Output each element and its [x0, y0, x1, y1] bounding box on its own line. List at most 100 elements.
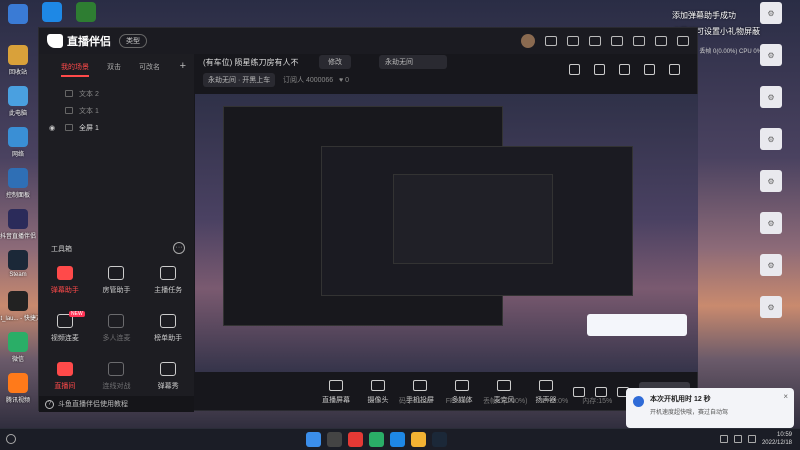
notification-1: 添加弹幕助手成功: [672, 11, 736, 20]
desktop-icon[interactable]: 微信: [4, 330, 32, 371]
media-icon: [455, 379, 469, 391]
widget-icon[interactable]: ⚙: [760, 296, 782, 318]
desktop-icon[interactable]: 控制面板: [4, 166, 32, 207]
desktop-icons: 回收站此电脑网络控制面板抖音直播伴侣 Steam client_lau... - 快…: [0, 2, 48, 412]
widget-icon[interactable]: ⚙: [760, 2, 782, 24]
edge-icon[interactable]: [390, 432, 405, 447]
widget-icon[interactable]: ⚙: [760, 86, 782, 108]
tool-icon: [160, 266, 177, 280]
tool-item[interactable]: 主播任务: [142, 266, 194, 304]
lock-icon[interactable]: [65, 124, 73, 131]
explorer-icon[interactable]: [411, 432, 426, 447]
desktop-icon-label: 回收站: [8, 70, 27, 76]
widget-icon[interactable]: ⚙: [760, 212, 782, 234]
avatar[interactable]: [521, 34, 535, 48]
toolbox-title: 工具箱: [51, 246, 72, 253]
edit-button[interactable]: 修改: [319, 55, 351, 69]
desktop-icon[interactable]: [76, 2, 96, 22]
source-item[interactable]: 文本 2: [39, 85, 194, 102]
tool-item[interactable]: 多人连麦: [91, 314, 143, 352]
grid-icon[interactable]: [619, 64, 630, 75]
source-item[interactable]: ◉ 全屏 1: [39, 119, 194, 136]
source-item[interactable]: 文本 1: [39, 102, 194, 119]
steam-icon[interactable]: [432, 432, 447, 447]
desktop-icon[interactable]: Steam: [4, 248, 32, 289]
add-scene-button[interactable]: +: [180, 60, 186, 72]
douyu-icon[interactable]: [348, 432, 363, 447]
cpu: CPU:0%: [541, 397, 569, 405]
skin-icon[interactable]: [611, 36, 623, 46]
desktop-icon[interactable]: [42, 2, 62, 22]
share-icon[interactable]: [669, 64, 680, 75]
desktop-icon[interactable]: [4, 2, 32, 43]
close-icon[interactable]: ×: [783, 392, 788, 401]
clock[interactable]: 10:59 2022/12/18: [762, 431, 792, 447]
lock-icon[interactable]: [65, 107, 73, 114]
app-icon: [8, 127, 28, 147]
tool-icon: [108, 314, 125, 328]
shield-icon: [633, 396, 644, 407]
desktop-icon[interactable]: 回收站: [4, 43, 32, 84]
widget-icon[interactable]: ⚙: [760, 170, 782, 192]
toolbox-more-button[interactable]: ···: [173, 242, 185, 254]
scene-panel: 我的场景 双击 可改名 + 文本 2 文本 1 ◉ 全屏 1 工具箱 ··· 弹…: [39, 54, 194, 412]
tool-item[interactable]: 弹幕助手: [39, 266, 91, 304]
taskbar: 10:59 2022/12/18: [0, 428, 800, 450]
unlock-icon[interactable]: [594, 64, 605, 75]
widget-icon[interactable]: ⚙: [760, 44, 782, 66]
tool-icon: [56, 362, 73, 376]
network-icon[interactable]: [733, 435, 742, 443]
tshirt-icon[interactable]: [567, 36, 579, 46]
windows-icon[interactable]: [306, 432, 321, 447]
tab-renamable[interactable]: 可改名: [139, 62, 160, 77]
tab-double-click[interactable]: 双击: [107, 62, 121, 77]
source-label: 全屏 1: [79, 124, 99, 132]
volume-icon[interactable]: [747, 435, 756, 443]
boot-time-toast[interactable]: 本次开机用时 12 秒 开机速度超快哦，赛过自动驾 ×: [626, 388, 794, 428]
stream-preview[interactable]: [195, 94, 698, 372]
screen-icon[interactable]: [589, 36, 601, 46]
bell-icon[interactable]: [644, 64, 655, 75]
live-companion-window: 直播伴侣 类型 我的场景 双击 可改名 + 文本 2 文本 1 ◉ 全屏 1 工…: [38, 27, 698, 412]
speaker-icon: [539, 379, 553, 391]
camera-icon: [371, 379, 385, 391]
close-icon[interactable]: [677, 36, 689, 46]
desktop-icon[interactable]: client_lau... - 快捷方式: [0, 289, 48, 330]
tool-label: 房管助手: [102, 287, 131, 294]
eye-icon[interactable]: ◉: [49, 124, 59, 132]
followers-label: 订阅人: [283, 77, 304, 84]
store-icon[interactable]: [569, 64, 580, 75]
desktop-icon-label: 网络: [11, 152, 24, 158]
room-title: (有车位) 陨星练刀房有人不: [203, 58, 299, 67]
widget-icon[interactable]: ⚙: [760, 254, 782, 276]
tool-item[interactable]: 房管助手: [91, 266, 143, 304]
wechat-icon[interactable]: [369, 432, 384, 447]
desktop-icon[interactable]: 网络: [4, 125, 32, 166]
preview-toast: [587, 314, 687, 336]
toast-subtitle: 开机速度超快哦，赛过自动驾: [650, 410, 729, 416]
minimize-icon[interactable]: [633, 36, 645, 46]
tab-my-scenes[interactable]: 我的场景: [61, 62, 89, 77]
desktop-icon[interactable]: 抖音直播伴侣: [0, 207, 36, 248]
maximize-icon[interactable]: [655, 36, 667, 46]
desktop-icon[interactable]: 此电脑: [4, 84, 32, 125]
category-select[interactable]: 永劫无间 · 开黑上车: [203, 73, 276, 87]
chevron-up-icon[interactable]: [719, 435, 728, 443]
widget-icon[interactable]: ⚙: [760, 128, 782, 150]
new-badge: NEW: [69, 311, 85, 317]
activity-select[interactable]: 永劫无间: [379, 55, 447, 69]
taskbar-apps: [306, 432, 447, 447]
dropped-frames: 丢帧:0(0.00%): [483, 398, 528, 405]
widgets-icon[interactable]: [6, 434, 16, 444]
screen-share-icon: [329, 379, 343, 391]
search-icon[interactable]: [327, 432, 342, 447]
type-badge[interactable]: 类型: [119, 34, 147, 48]
lock-icon[interactable]: [65, 90, 73, 97]
system-tray: 10:59 2022/12/18: [719, 431, 792, 447]
mail-icon[interactable]: [545, 36, 557, 46]
desktop-icon-label: 腾讯视频: [5, 398, 30, 404]
tool-item[interactable]: 榜单助手: [142, 314, 194, 352]
tool-item[interactable]: 视频连麦 NEW: [39, 311, 91, 352]
desktop-icon[interactable]: 腾讯视频: [4, 371, 32, 412]
room-actions: [569, 64, 680, 75]
